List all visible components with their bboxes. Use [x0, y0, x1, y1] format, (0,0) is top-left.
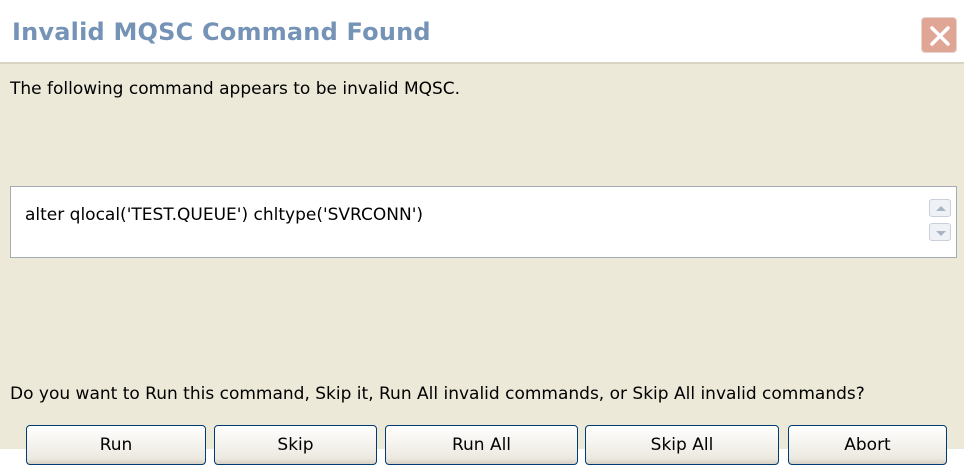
scroll-up-icon	[936, 206, 946, 211]
scroll-down-icon	[936, 231, 946, 236]
prompt-text: Do you want to Run this command, Skip it…	[10, 384, 865, 404]
dialog-content: The following command appears to be inva…	[0, 66, 964, 465]
skip-button[interactable]: Skip	[214, 425, 377, 465]
dialog-title: Invalid MQSC Command Found	[12, 18, 431, 46]
run-all-button[interactable]: Run All	[385, 425, 578, 465]
abort-button[interactable]: Abort	[788, 425, 947, 465]
skip-all-button[interactable]: Skip All	[585, 425, 779, 465]
scroll-up-button[interactable]	[929, 199, 951, 217]
dialog-window: Invalid MQSC Command Found The following…	[0, 0, 964, 465]
command-textbox[interactable]: alter qlocal('TEST.QUEUE') chltype('SVRC…	[10, 186, 957, 258]
scroll-down-button[interactable]	[929, 223, 951, 241]
title-bar[interactable]: Invalid MQSC Command Found	[0, 0, 964, 64]
message-text: The following command appears to be inva…	[10, 79, 461, 99]
command-text[interactable]: alter qlocal('TEST.QUEUE') chltype('SVRC…	[25, 205, 423, 225]
run-button[interactable]: Run	[26, 425, 206, 465]
close-icon	[930, 26, 950, 46]
close-button[interactable]	[921, 17, 957, 53]
